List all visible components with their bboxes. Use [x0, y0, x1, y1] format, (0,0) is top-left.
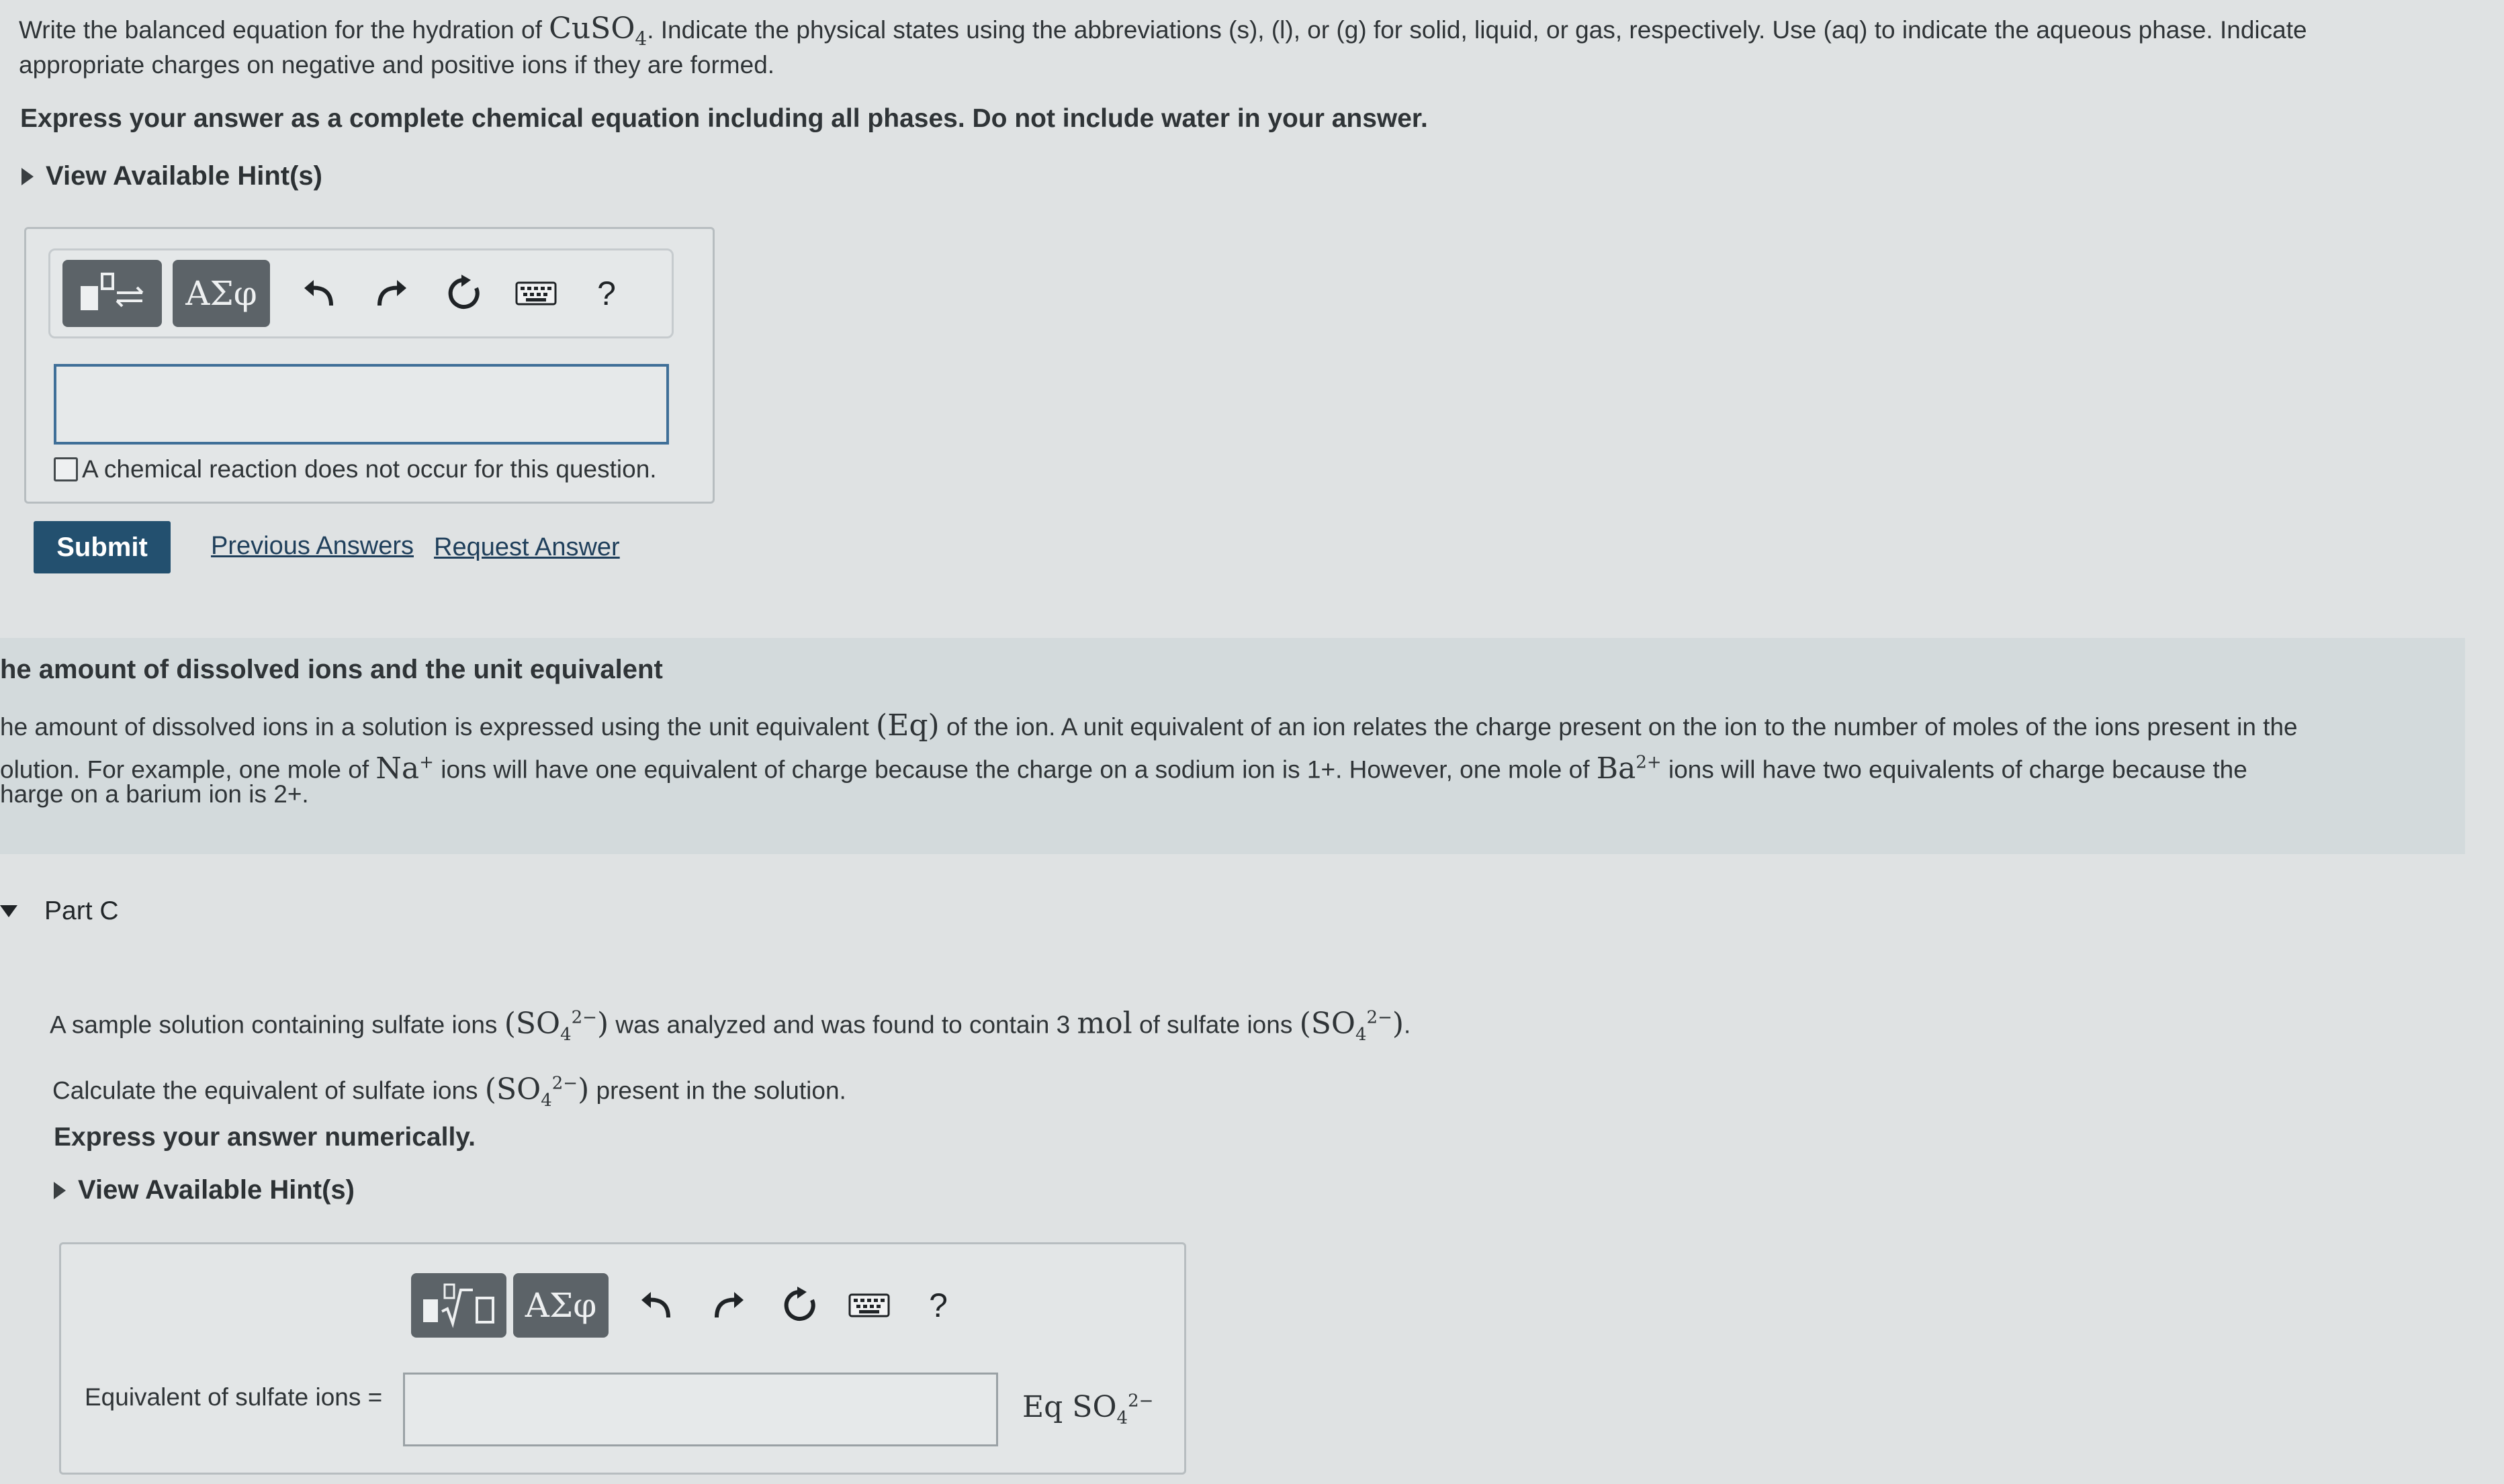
info-heading: he amount of dissolved ions and the unit…: [0, 655, 663, 684]
part-b-math-toolbar: ΑΣφ ?: [48, 248, 674, 338]
info-line-1: he amount of dissolved ions in a solutio…: [0, 708, 2298, 743]
greek-symbols-button[interactable]: ΑΣφ: [513, 1273, 609, 1338]
help-icon[interactable]: ?: [583, 270, 630, 317]
part-b-instruction: Express your answer as a complete chemic…: [20, 104, 1428, 133]
no-reaction-checkbox[interactable]: [54, 457, 78, 481]
part-c-hint-toggle[interactable]: View Available Hint(s): [54, 1175, 355, 1205]
part-c-header[interactable]: Part C: [0, 896, 119, 926]
keyboard-icon[interactable]: [848, 1282, 891, 1329]
part-c-math-toolbar: ΑΣφ ?: [411, 1273, 962, 1338]
redo-icon[interactable]: [705, 1282, 752, 1329]
keyboard-icon[interactable]: [515, 270, 557, 317]
info-line-3: harge on a barium ion is 2+.: [0, 780, 309, 808]
undo-icon[interactable]: [633, 1282, 680, 1329]
equivalent-field-label: Equivalent of sulfate ions =: [85, 1383, 383, 1411]
caret-right-icon: [21, 167, 34, 185]
reset-icon[interactable]: [441, 270, 488, 317]
question-line-2: appropriate charges on negative and posi…: [19, 51, 775, 79]
submit-button[interactable]: Submit: [34, 521, 171, 573]
question-text: Write the balanced equation for the hydr…: [19, 16, 549, 44]
previous-answers-link[interactable]: Previous Answers: [211, 532, 414, 561]
greek-symbols-button[interactable]: ΑΣφ: [173, 260, 270, 327]
equivalent-input[interactable]: [403, 1373, 998, 1446]
formula-cuso4: CuSO4: [549, 11, 647, 50]
part-c-question-2: Calculate the equivalent of sulfate ions…: [52, 1072, 846, 1111]
redo-icon[interactable]: [368, 270, 415, 317]
info-line-2: olution. For example, one mole of Na+ io…: [0, 751, 2247, 786]
template-sqrt-icon: [423, 1283, 494, 1328]
part-c-instruction: Express your answer numerically.: [54, 1123, 476, 1152]
templates-button[interactable]: [411, 1273, 506, 1338]
undo-icon[interactable]: [296, 270, 343, 317]
chemical-equation-input[interactable]: [54, 364, 669, 445]
help-icon[interactable]: ?: [915, 1282, 962, 1329]
part-b-hint-toggle[interactable]: View Available Hint(s): [21, 161, 322, 191]
part-c-title: Part C: [44, 896, 119, 925]
reset-icon[interactable]: [776, 1282, 823, 1329]
no-reaction-label: A chemical reaction does not occur for t…: [82, 455, 657, 483]
caret-right-icon: [54, 1181, 66, 1199]
part-c-question-1: A sample solution containing sulfate ion…: [50, 1006, 1411, 1045]
equivalent-unit: Eq SO42−: [1022, 1390, 1154, 1428]
templates-button[interactable]: [62, 260, 162, 327]
request-answer-link[interactable]: Request Answer: [434, 533, 620, 562]
template-icon: [81, 273, 144, 310]
question-text-cont: . Indicate the physical states using the…: [647, 16, 2307, 44]
caret-down-icon: [0, 905, 17, 917]
hint-label: View Available Hint(s): [46, 161, 322, 191]
hint-label: View Available Hint(s): [78, 1175, 355, 1205]
no-reaction-option[interactable]: A chemical reaction does not occur for t…: [54, 455, 657, 483]
